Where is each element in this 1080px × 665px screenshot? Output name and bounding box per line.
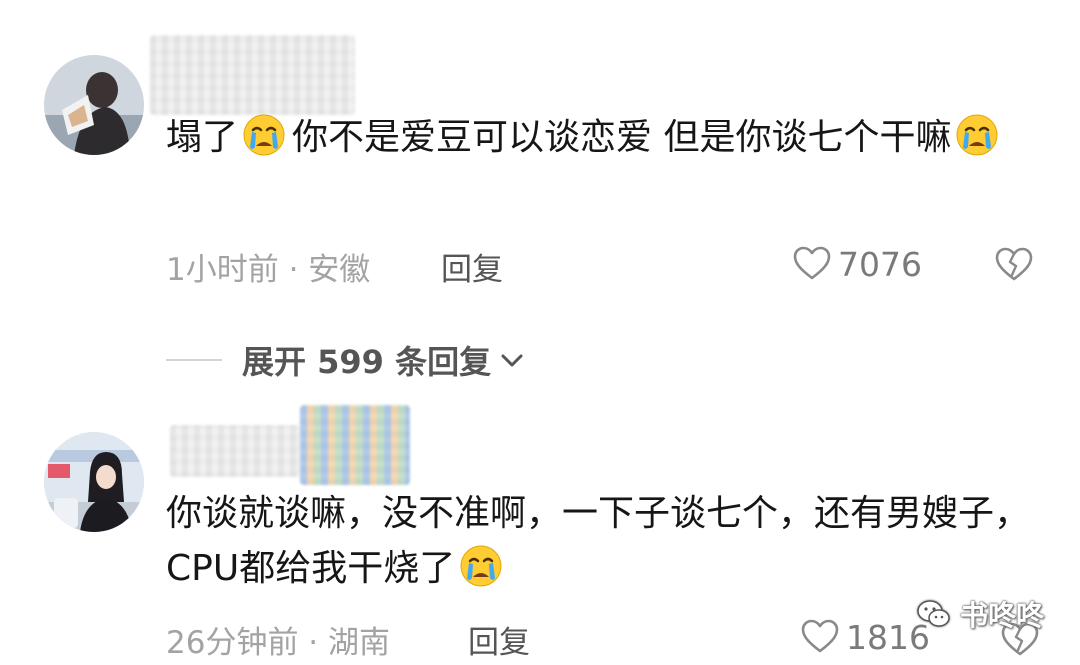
username-redacted	[170, 425, 300, 477]
comment-meta: 26分钟前 · 湖南	[166, 625, 391, 661]
like-count: 7076	[838, 244, 922, 284]
watermark: 书咚咚	[916, 594, 1044, 634]
crying-face-icon	[955, 113, 999, 157]
username-redacted	[150, 35, 355, 115]
expand-replies-button[interactable]: 展开 599 条回复	[166, 335, 525, 385]
reply-button[interactable]: 回复	[441, 244, 503, 289]
divider	[166, 359, 222, 361]
avatar[interactable]	[44, 432, 144, 532]
comment-meta: 1小时前 · 安徽	[166, 252, 371, 288]
comment-text: 塌了 你不是爱豆可以谈恋爱 但是你谈七个干嘛	[166, 110, 1046, 165]
heart-icon	[801, 619, 839, 653]
crying-face-icon	[242, 113, 286, 157]
reply-button[interactable]: 回复	[468, 617, 530, 662]
comment-text: 你谈就谈嘛，没不准啊，一下子谈七个，还有男嫂子，CPU都给我干烧了	[166, 493, 1031, 589]
watermark-text: 书咚咚	[960, 599, 1045, 632]
dislike-button[interactable]	[994, 245, 1034, 285]
wechat-icon	[917, 600, 950, 627]
like-button[interactable]: 7076	[792, 244, 922, 284]
user-badge-redacted	[300, 405, 410, 485]
chevron-down-icon	[499, 347, 525, 373]
crying-face-icon	[459, 544, 503, 588]
like-button[interactable]: 1816	[800, 617, 930, 657]
avatar-photo-icon	[44, 55, 144, 155]
heart-icon	[793, 246, 831, 280]
expand-replies-label: 展开 599 条回复	[242, 343, 492, 381]
avatar[interactable]	[44, 55, 144, 155]
avatar-photo-icon	[44, 432, 144, 532]
broken-heart-icon	[995, 247, 1033, 281]
